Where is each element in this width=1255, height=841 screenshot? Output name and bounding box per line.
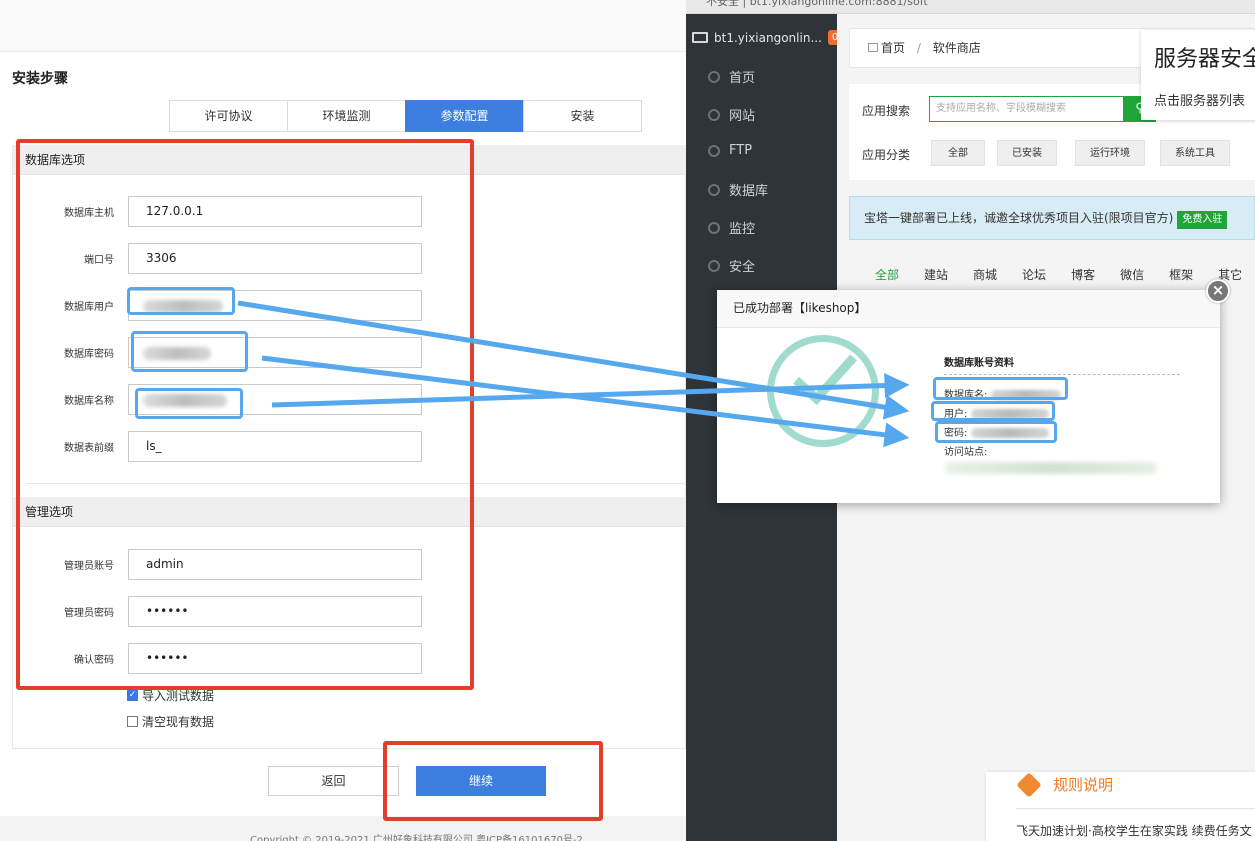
- screenshot-root: 安装步骤 许可协议 环境监测 参数配置 安装 数据库选项 数据库主机 127.0…: [0, 0, 1255, 841]
- annotation-arrows: [237, 300, 910, 448]
